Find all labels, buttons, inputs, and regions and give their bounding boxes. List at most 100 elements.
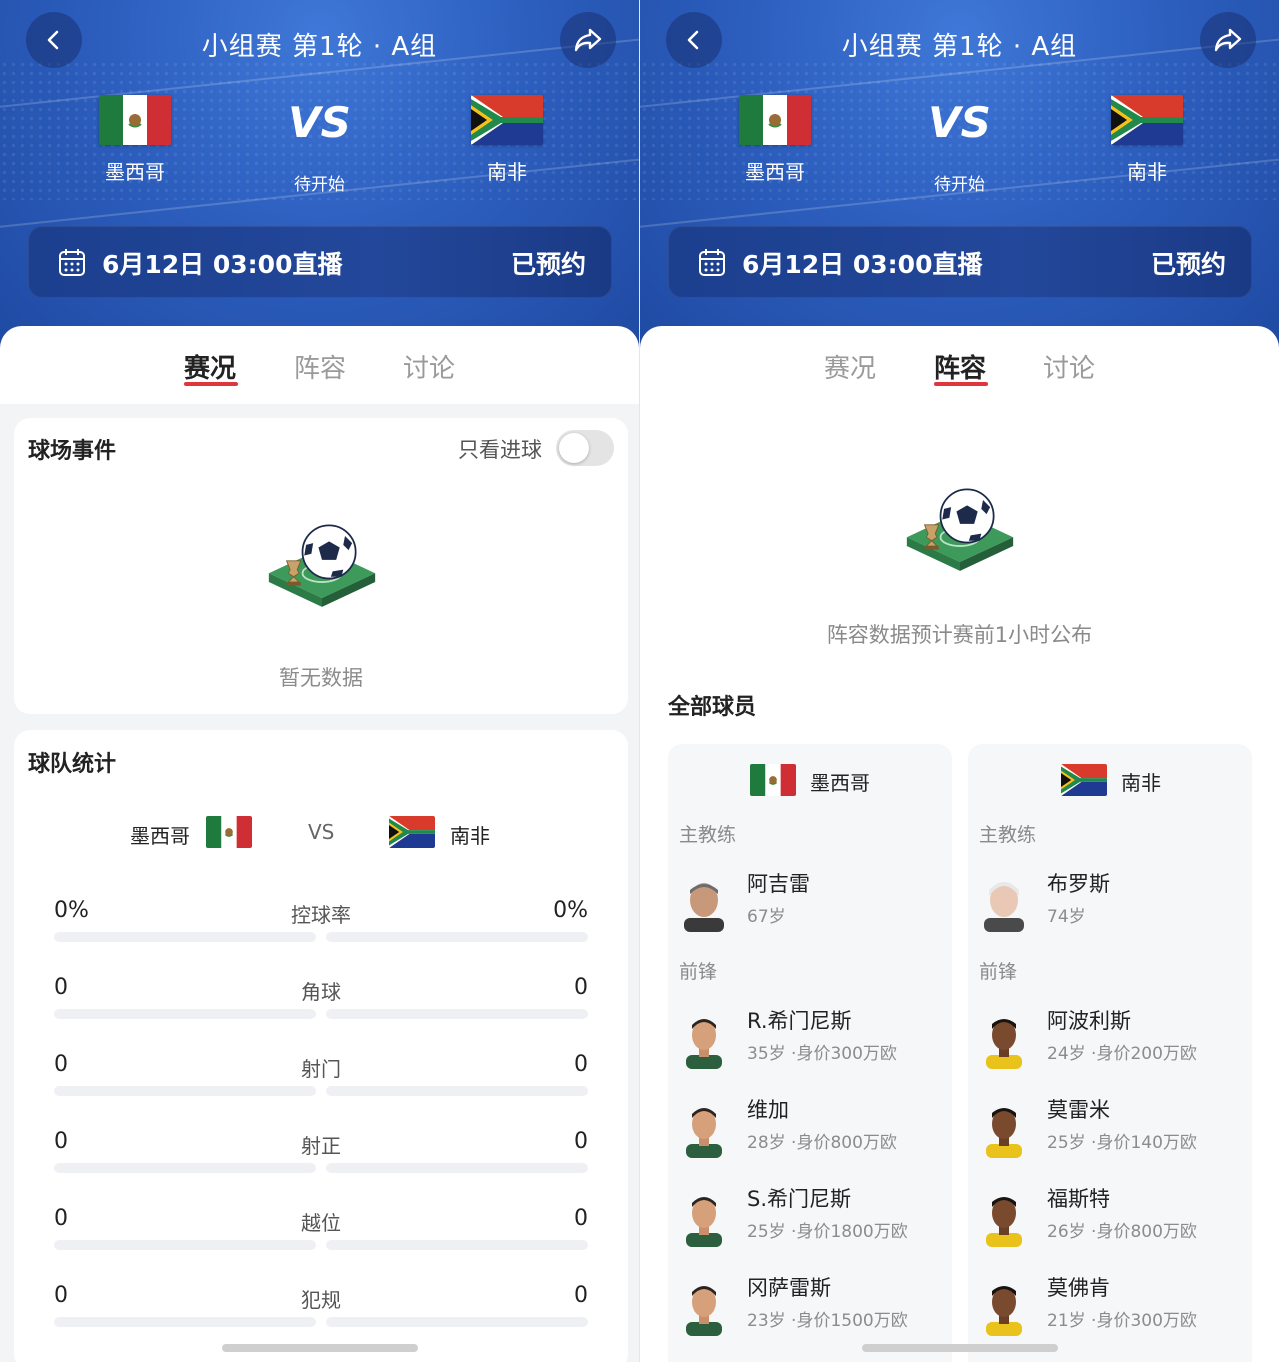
player-item[interactable]: 冈萨雷斯 23岁 ·身价1500万欧 (680, 1272, 950, 1342)
player-meta: 25岁 ·身价140万欧 (1047, 1133, 1197, 1153)
tab-lineup[interactable]: 阵容 (934, 348, 986, 385)
player-item[interactable]: R.希门尼斯 35岁 ·身价300万欧 (680, 1005, 950, 1075)
player-name: 莫佛肯 (1047, 1276, 1110, 1300)
home-indicator (862, 1344, 1058, 1352)
coach-name: 阿吉雷 (747, 872, 810, 896)
stat-row-offsides: 0 越位 0 (54, 1206, 588, 1266)
coach-section-label: 主教练 (979, 824, 1037, 846)
goals-only-toggle[interactable] (556, 430, 614, 466)
match-status: 待开始 (934, 175, 985, 195)
team-stats-card: 球队统计 墨西哥 VS 南非 0% 控球率 0% 0 角球 0 0 射门 0 0… (14, 730, 628, 1362)
vs-label: VS (288, 98, 351, 147)
match-status: 待开始 (294, 175, 345, 195)
player-meta: 28岁 ·身价800万欧 (747, 1133, 897, 1153)
player-name: S.希门尼斯 (747, 1187, 852, 1211)
reserved-button[interactable]: 已预约 (511, 245, 586, 281)
stat-home-bar (54, 1240, 316, 1250)
player-name: 阿波利斯 (1047, 1009, 1131, 1033)
live-reminder-bar[interactable]: 6月12日 03:00直播 已预约 (28, 226, 612, 298)
goals-only-label: 只看进球 (458, 438, 542, 462)
player-name: R.希门尼斯 (747, 1009, 852, 1033)
share-button[interactable] (560, 12, 616, 68)
tab-bar: 赛况 阵容 讨论 (0, 326, 639, 404)
player-item[interactable]: 莫雷米 25岁 ·身价140万欧 (980, 1094, 1250, 1164)
toggle-knob (559, 433, 589, 463)
player-name: 莫雷米 (1047, 1098, 1110, 1122)
stat-home-bar (54, 1317, 316, 1327)
match-detail-panel-overview: 小组赛 第1轮 · A组 VS 墨西哥 南非 待开始 6月12日 03:00直播 (0, 0, 639, 1362)
tab-overview[interactable]: 赛况 (184, 348, 236, 385)
stat-label: 越位 (301, 1211, 341, 1235)
share-button[interactable] (1200, 12, 1256, 68)
player-avatar (680, 1100, 728, 1158)
player-meta: 26岁 ·身价800万欧 (1047, 1222, 1197, 1242)
lineup-notice: 阵容数据预计赛前1小时公布 (826, 623, 1093, 647)
player-meta: 25岁 ·身价1800万欧 (747, 1222, 908, 1242)
stat-home-bar (54, 932, 316, 942)
live-reminder-bar[interactable]: 6月12日 03:00直播 已预约 (668, 226, 1252, 298)
stat-away-bar (326, 1009, 588, 1019)
player-name: 冈萨雷斯 (747, 1276, 831, 1300)
stat-label: 犯规 (301, 1288, 341, 1312)
tab-lineup[interactable]: 阵容 (294, 348, 346, 385)
coach-item[interactable]: 布罗斯 74岁 (980, 868, 1250, 938)
coach-name: 布罗斯 (1047, 872, 1110, 896)
stat-home-bar (54, 1086, 316, 1096)
player-item[interactable]: 阿波利斯 24岁 ·身价200万欧 (980, 1005, 1250, 1075)
stat-away-value: 0% (553, 898, 588, 923)
stat-label: 角球 (301, 980, 341, 1004)
player-name: 维加 (747, 1098, 789, 1122)
player-name: 福斯特 (1047, 1187, 1110, 1211)
stats-home-name: 墨西哥 (130, 824, 190, 848)
stat-away-value: 0 (574, 1206, 588, 1231)
stat-row-shots: 0 射门 0 (54, 1052, 588, 1112)
player-item[interactable]: 维加 28岁 ·身价800万欧 (680, 1094, 950, 1164)
stat-row-possession: 0% 控球率 0% (54, 898, 588, 958)
vs-label: VS (928, 98, 991, 147)
reserved-button[interactable]: 已预约 (1151, 245, 1226, 281)
active-tab-indicator (934, 382, 988, 386)
stat-row-fouls: 0 犯规 0 (54, 1283, 588, 1343)
player-avatar (980, 1278, 1028, 1336)
stat-away-bar (326, 1240, 588, 1250)
tab-overview[interactable]: 赛况 (824, 348, 876, 385)
calendar-icon (59, 249, 85, 276)
team-stats-title: 球队统计 (28, 752, 117, 777)
coach-avatar (980, 874, 1028, 932)
player-meta: 23岁 ·身价1500万欧 (747, 1311, 908, 1331)
player-avatar (680, 1189, 728, 1247)
active-tab-indicator (184, 382, 238, 386)
match-detail-panel-lineup: 小组赛 第1轮 · A组 VS 墨西哥 南非 待开始 6月12日 03:00直播 (640, 0, 1279, 1362)
tab-discussion[interactable]: 讨论 (1043, 348, 1095, 385)
south-africa-flag-icon (1061, 764, 1107, 796)
mexico-flag-icon (750, 764, 796, 796)
player-meta: 35岁 ·身价300万欧 (747, 1044, 897, 1064)
stat-away-value: 0 (574, 1052, 588, 1077)
stat-row-shots-on-target: 0 射正 0 (54, 1129, 588, 1189)
player-avatar (680, 1278, 728, 1336)
stats-vs: VS (308, 820, 335, 844)
player-item[interactable]: 福斯特 26岁 ·身价800万欧 (980, 1183, 1250, 1253)
stat-away-bar (326, 1317, 588, 1327)
share-icon (1214, 28, 1242, 52)
stat-away-value: 0 (574, 1283, 588, 1308)
match-round-title: 小组赛 第1轮 · A组 (201, 32, 438, 62)
trophy-ball-icon (260, 518, 384, 616)
player-meta: 21岁 ·身价300万欧 (1047, 1311, 1197, 1331)
stat-away-value: 0 (574, 975, 588, 1000)
player-item[interactable]: 莫佛肯 21岁 ·身价300万欧 (980, 1272, 1250, 1342)
stat-label: 射门 (301, 1057, 341, 1081)
live-time: 6月12日 03:00直播 (742, 250, 983, 279)
coach-item[interactable]: 阿吉雷 67岁 (680, 868, 950, 938)
stats-away-name: 南非 (450, 824, 490, 848)
south-africa-flag-icon (389, 816, 435, 848)
player-item[interactable]: S.希门尼斯 25岁 ·身价1800万欧 (680, 1183, 950, 1253)
tab-discussion[interactable]: 讨论 (403, 348, 455, 385)
match-round-title: 小组赛 第1轮 · A组 (841, 32, 1078, 62)
mexico-flag-icon (206, 816, 252, 848)
stat-away-bar (326, 932, 588, 942)
stat-away-bar (326, 1163, 588, 1173)
player-avatar (980, 1189, 1028, 1247)
stats-teams-header: 墨西哥 VS 南非 (14, 812, 628, 852)
match-header: 小组赛 第1轮 · A组 VS 墨西哥 南非 待开始 6月12日 03:00直播 (640, 0, 1279, 350)
